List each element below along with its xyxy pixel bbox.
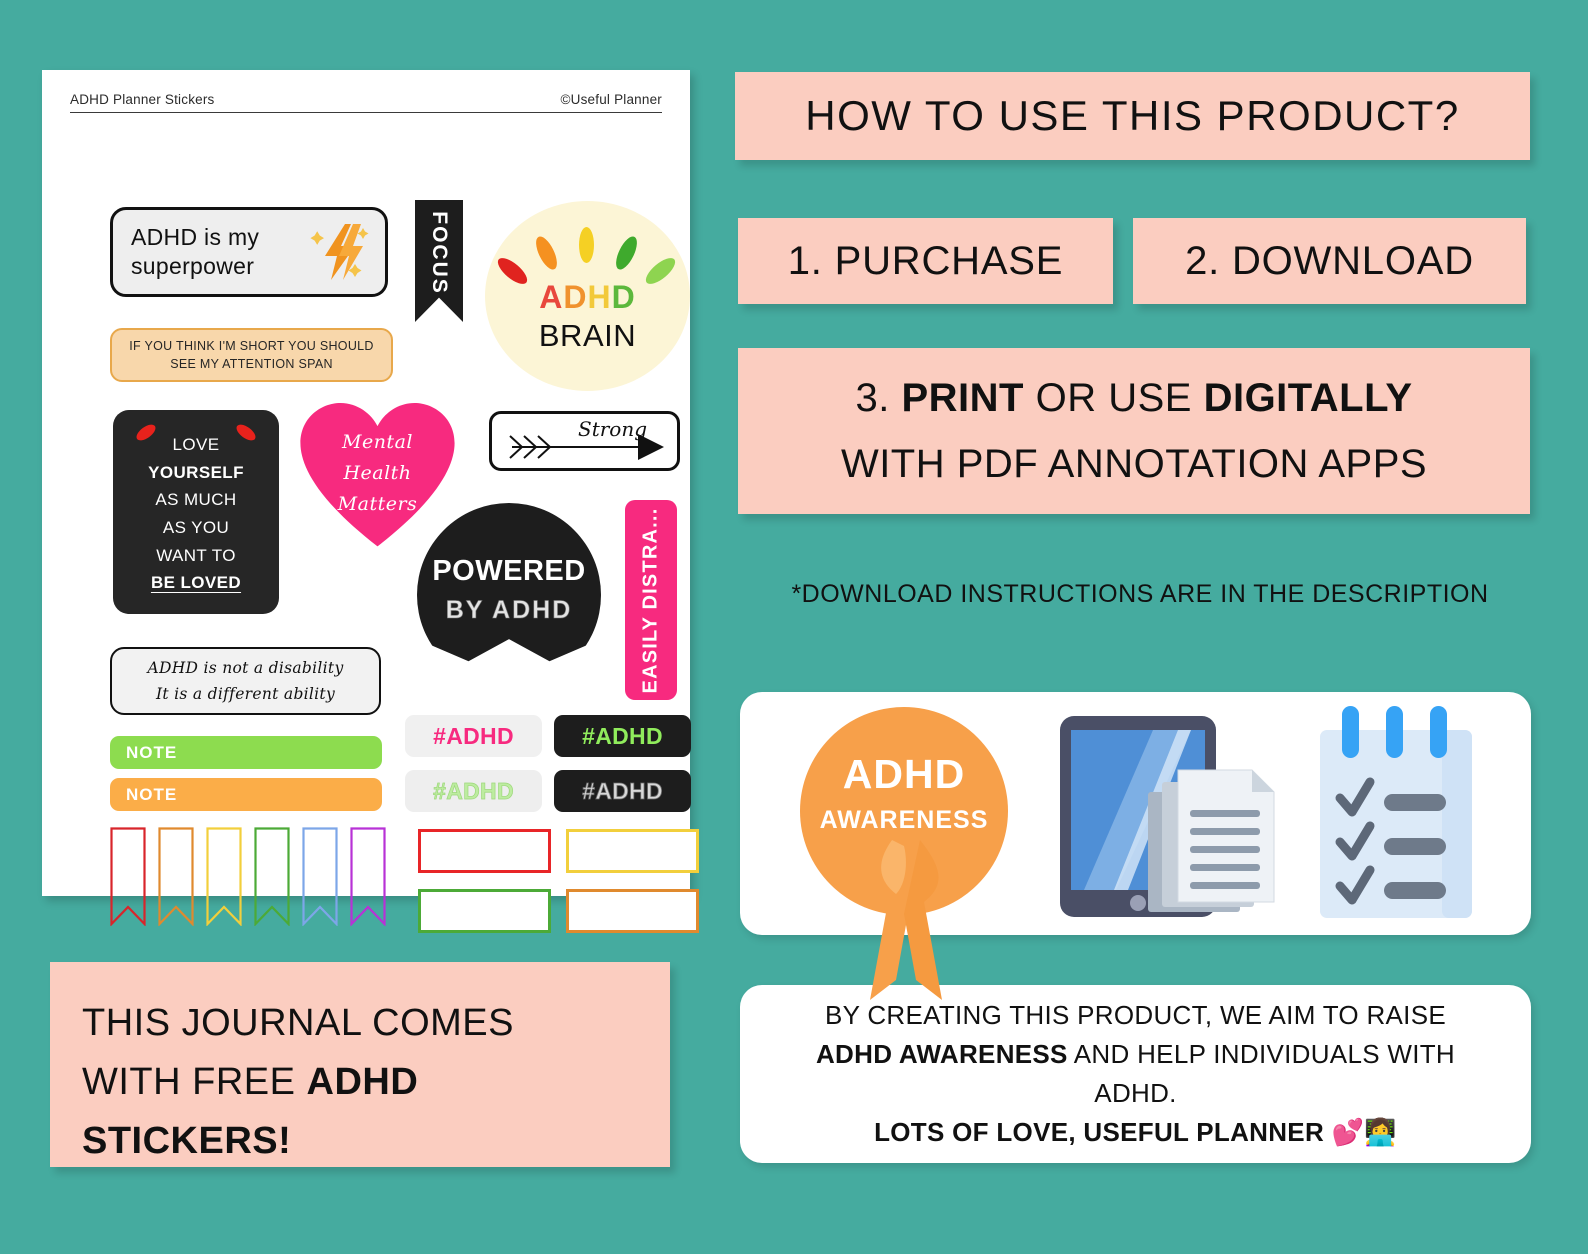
how-to-use-title: HOW TO USE THIS PRODUCT? bbox=[735, 72, 1530, 160]
sheet-header: ADHD Planner Stickers ©Useful Planner bbox=[70, 92, 662, 113]
heart-line-0: Mental bbox=[342, 431, 413, 453]
superpower-line1: ADHD is my bbox=[131, 224, 260, 251]
step-3-line1: 3. PRINT OR USE DIGITALLY bbox=[855, 365, 1412, 431]
box-yellow bbox=[566, 829, 699, 873]
message-adhd-awareness: ADHD AWARENESS bbox=[815, 1039, 1068, 1069]
sticker-note-orange: NOTE bbox=[110, 778, 382, 811]
attention-line2: SEE MY ATTENTION SPAN bbox=[170, 357, 333, 371]
free-stickers-panel: THIS JOURNAL COMES WITH FREE ADHD STICKE… bbox=[50, 962, 670, 1167]
step-3-mid: OR USE bbox=[1023, 376, 1204, 420]
sticker-attention-span: IF YOU THINK I'M SHORT YOU SHOULD SEE MY… bbox=[110, 328, 393, 382]
flag-purple-icon bbox=[350, 827, 386, 926]
sticker-flag-row bbox=[110, 827, 386, 926]
lightning-bolt-icon bbox=[310, 224, 369, 280]
journal-exclaim: ! bbox=[278, 1119, 292, 1162]
flag-orange-icon bbox=[158, 827, 194, 926]
step-3-line2: WITH PDF ANNOTATION APPS bbox=[840, 442, 1428, 486]
awareness-line1: ADHD bbox=[842, 751, 966, 797]
sticker-tag-adhd-pale: #ADHD bbox=[405, 770, 542, 812]
disability-line1: ADHD is not a disability bbox=[147, 658, 344, 677]
heart-laptop-emoji: 💕👩‍💻 bbox=[1331, 1117, 1397, 1147]
sticker-tag-adhd-green: #ADHD bbox=[554, 715, 691, 757]
step-3-digitally-word: DIGITALLY bbox=[1203, 376, 1413, 420]
step-3-prefix: 3. bbox=[855, 376, 902, 420]
heart-line-2: Matters bbox=[337, 492, 418, 515]
message-line4: LOTS OF LOVE, USEFUL PLANNER 💕👩‍💻 bbox=[874, 1113, 1397, 1152]
sticker-easily-distracted: EASILY DISTRA... bbox=[625, 500, 677, 700]
ray-3 bbox=[578, 227, 594, 263]
sticker-superpower: ADHD is my superpower bbox=[110, 207, 388, 297]
love-line-1: YOURSELF bbox=[148, 462, 244, 482]
journal-line1: THIS JOURNAL COMES bbox=[82, 1002, 514, 1044]
message-line2-rest: AND HELP INDIVIDUALS WITH bbox=[1067, 1039, 1455, 1069]
sticker-strong-arrow: Strong bbox=[489, 411, 680, 471]
powered-line2: BY ADHD bbox=[445, 596, 573, 625]
love-line-3: AS YOU bbox=[162, 518, 230, 537]
sheet-title: ADHD Planner Stickers bbox=[70, 92, 215, 107]
box-red bbox=[418, 829, 551, 873]
sticker-mental-health-heart: Mental Health Matters bbox=[300, 403, 455, 551]
powered-line1: POWERED bbox=[432, 555, 586, 587]
superpower-line2: superpower bbox=[131, 253, 255, 279]
flag-red-icon bbox=[110, 827, 146, 926]
journal-line2-pre: WITH FREE bbox=[82, 1060, 307, 1103]
strong-label: Strong bbox=[578, 417, 648, 441]
flag-yellow-icon bbox=[206, 827, 242, 926]
distracted-label: EASILY DISTRA... bbox=[639, 507, 662, 693]
sticker-not-a-disability: ADHD is not a disability It is a differe… bbox=[110, 647, 381, 715]
download-instructions-note: *DOWNLOAD INSTRUCTIONS ARE IN THE DESCRI… bbox=[791, 580, 1489, 608]
journal-stickers-word: STICKERS bbox=[82, 1119, 279, 1162]
note-orange-label: NOTE bbox=[126, 784, 178, 804]
step-3-print: 3. PRINT OR USE DIGITALLY WITH PDF ANNOT… bbox=[738, 348, 1530, 514]
superpower-text: ADHD is my superpower bbox=[113, 223, 259, 281]
note-green-label: NOTE bbox=[126, 742, 178, 762]
sticker-tag-adhd-silver: #ADHD bbox=[554, 770, 691, 812]
heart-line-1: Health bbox=[343, 461, 412, 484]
awareness-ribbon-icon bbox=[870, 840, 942, 1000]
step-3-print-word: PRINT bbox=[901, 376, 1024, 420]
sticker-adhd-brain: ADHD BRAIN bbox=[485, 201, 690, 391]
message-line3: ADHD. bbox=[1094, 1078, 1177, 1108]
leaf-left-icon bbox=[133, 421, 159, 444]
checklist-icon bbox=[1320, 706, 1472, 918]
attention-line1: IF YOU THINK I'M SHORT YOU SHOULD bbox=[129, 338, 374, 353]
step-2-download: 2. DOWNLOAD bbox=[1133, 218, 1526, 304]
message-signoff: LOTS OF LOVE, USEFUL PLANNER bbox=[874, 1117, 1325, 1147]
sticker-sheet: ADHD Planner Stickers ©Useful Planner AD… bbox=[42, 70, 699, 933]
sheet-copyright: ©Useful Planner bbox=[560, 92, 662, 107]
box-green bbox=[418, 889, 551, 933]
flag-blue-icon bbox=[302, 827, 338, 926]
disability-line2: It is a different ability bbox=[155, 685, 336, 703]
sticker-powered-by-adhd: POWERED BY ADHD bbox=[417, 503, 601, 662]
ray-1 bbox=[493, 253, 531, 289]
focus-label: FOCUS bbox=[428, 211, 451, 295]
brain-rays bbox=[493, 223, 679, 289]
sticker-love-yourself: LOVE YOURSELF AS MUCH AS YOU WANT TO BE … bbox=[113, 410, 279, 614]
box-orange bbox=[566, 889, 699, 933]
journal-line3: STICKERS! bbox=[82, 1112, 670, 1171]
ray-4 bbox=[611, 233, 641, 273]
message-line2: ADHD AWARENESS AND HELP INDIVIDUALS WITH bbox=[816, 1035, 1455, 1074]
love-line-2: AS MUCH bbox=[155, 490, 237, 510]
journal-adhd-word: ADHD bbox=[306, 1060, 419, 1103]
brain-word: BRAIN bbox=[538, 318, 637, 353]
heart-text: Mental Health Matters bbox=[300, 427, 455, 551]
step-1-purchase: 1. PURCHASE bbox=[738, 218, 1113, 304]
ray-5 bbox=[641, 253, 679, 289]
sticker-focus-ribbon: FOCUS bbox=[415, 200, 463, 322]
documents-icon bbox=[1148, 769, 1275, 912]
sticker-tag-adhd-pink: #ADHD bbox=[405, 715, 542, 757]
awareness-message-card: BY CREATING THIS PRODUCT, WE AIM TO RAIS… bbox=[740, 985, 1531, 1163]
flag-green-icon bbox=[254, 827, 290, 926]
leaf-right-icon bbox=[233, 421, 259, 444]
love-line-5: BE LOVED bbox=[150, 573, 242, 593]
awareness-line2: AWARENESS bbox=[819, 806, 989, 834]
love-line-4: WANT TO bbox=[156, 545, 236, 565]
ray-2 bbox=[531, 233, 561, 273]
journal-line2: WITH FREE ADHD bbox=[82, 1053, 670, 1112]
sticker-note-green: NOTE bbox=[110, 736, 382, 769]
love-line-0: LOVE bbox=[172, 435, 220, 455]
